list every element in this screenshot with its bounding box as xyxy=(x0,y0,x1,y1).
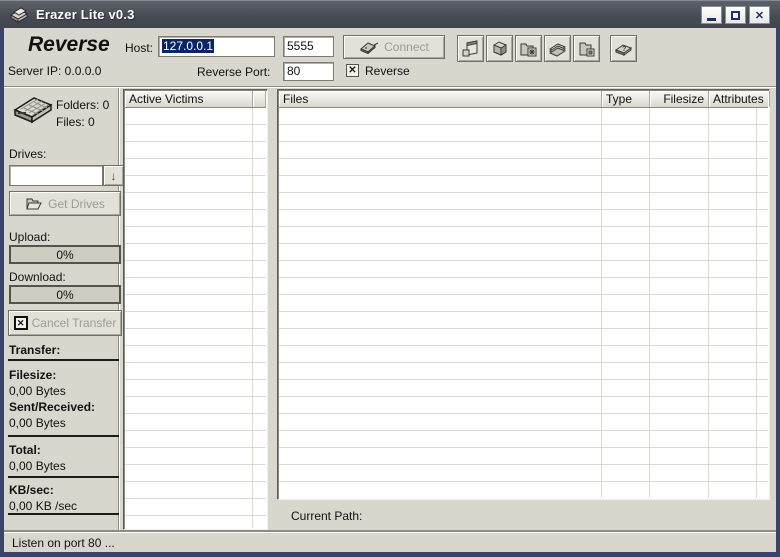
port-input-value: 5555 xyxy=(287,39,314,53)
close-icon: ✕ xyxy=(754,9,765,22)
minimize-button[interactable] xyxy=(701,6,722,24)
drives-label: Drives: xyxy=(9,147,47,161)
total-label: Total: xyxy=(9,443,41,457)
cancel-transfer-button[interactable]: ✕ Cancel Transfer xyxy=(8,310,122,336)
reverse-checkbox-label: Reverse xyxy=(365,64,410,78)
column-gridline xyxy=(756,108,757,498)
files-list-body[interactable] xyxy=(279,108,768,498)
section-rule xyxy=(8,359,119,361)
folder-icon xyxy=(493,41,506,56)
column-header-filesize[interactable]: Filesize xyxy=(650,91,709,107)
column-header-files[interactable]: Files xyxy=(279,91,602,107)
svg-text:?: ? xyxy=(622,46,626,53)
maximize-button[interactable] xyxy=(725,6,746,24)
toolbar-button-open-folder[interactable] xyxy=(486,35,513,62)
hard-drive-icon xyxy=(13,97,53,124)
toolbar-button-folder-options[interactable] xyxy=(515,35,542,62)
connect-button[interactable]: Connect xyxy=(343,35,445,59)
chevron-down-icon: ↓ xyxy=(110,168,117,183)
drives-combobox[interactable] xyxy=(9,165,103,186)
column-header-active-victims[interactable]: Active Victims xyxy=(125,91,253,107)
column-header-attributes[interactable]: Attributes xyxy=(709,91,770,107)
section-rule xyxy=(8,476,119,478)
upload-progressbar: 0% xyxy=(9,245,121,264)
section-rule xyxy=(8,513,119,515)
download-progressbar: 0% xyxy=(9,285,121,304)
help-book-icon: ? xyxy=(614,44,633,56)
active-victims-body[interactable] xyxy=(125,108,266,528)
folder-save-icon xyxy=(579,42,595,56)
status-text: Listen on port 80 ... xyxy=(12,535,115,550)
active-victims-header: Active Victims xyxy=(125,91,266,108)
total-value: 0,00 Bytes xyxy=(9,459,66,473)
column-gridline xyxy=(708,108,709,498)
column-gridline xyxy=(252,108,253,528)
app-window: Erazer Lite v0.3 ✕ Reverse Server IP: 0.… xyxy=(0,0,780,557)
maximize-icon xyxy=(731,10,740,20)
window-title: Erazer Lite v0.3 xyxy=(36,7,135,22)
window-controls: ✕ xyxy=(701,6,770,24)
reverse-port-value: 80 xyxy=(287,64,301,78)
app-name-heading: Reverse xyxy=(28,33,110,56)
column-header-spacer xyxy=(253,91,266,107)
filesize-label: Filesize: xyxy=(9,368,57,382)
kb-sec-label: KB/sec: xyxy=(9,483,54,497)
open-folder-icon xyxy=(26,198,42,209)
toolbar-button-folder-save[interactable] xyxy=(573,35,600,62)
filesize-value: 0,00 Bytes xyxy=(9,384,66,398)
status-bar: Listen on port 80 ... xyxy=(4,532,776,552)
column-header-type[interactable]: Type xyxy=(602,91,650,107)
host-input[interactable]: 127.0.0.1 xyxy=(158,36,275,57)
download-progress-value: 0% xyxy=(56,287,74,302)
files-list-header: Files Type Filesize Attributes xyxy=(279,91,770,108)
close-button[interactable]: ✕ xyxy=(749,6,770,24)
section-rule xyxy=(8,435,119,437)
window-icon xyxy=(462,39,478,56)
host-label: Host: xyxy=(125,41,154,55)
current-path-bar: Current Path: xyxy=(277,500,770,531)
upload-label: Upload: xyxy=(9,230,51,244)
upload-progress-value: 0% xyxy=(56,247,74,262)
current-path-label: Current Path: xyxy=(291,509,363,523)
active-victims-list[interactable]: Active Victims xyxy=(123,89,268,530)
folders-count-label: Folders: 0 xyxy=(56,98,110,112)
get-drives-button[interactable]: Get Drives xyxy=(9,191,121,216)
column-gridline xyxy=(601,108,602,498)
toolbar-button-file-list[interactable] xyxy=(544,35,571,62)
drives-dropdown-button[interactable]: ↓ xyxy=(103,165,124,186)
toolbar-button-new-connection[interactable] xyxy=(457,35,484,62)
sent-received-label: Sent/Received: xyxy=(9,400,96,414)
transfer-section-label: Transfer: xyxy=(9,343,61,357)
port-input[interactable]: 5555 xyxy=(283,36,334,57)
connect-button-label: Connect xyxy=(384,40,429,54)
titlebar[interactable]: Erazer Lite v0.3 ✕ xyxy=(0,0,780,28)
cancel-x-icon: ✕ xyxy=(13,316,28,330)
column-gridline xyxy=(649,108,650,498)
reverse-checkbox[interactable]: ✕ xyxy=(346,64,359,77)
connect-plug-icon xyxy=(360,42,379,54)
sent-received-value: 0,00 Bytes xyxy=(9,416,66,430)
kb-sec-value: 0,00 KB /sec xyxy=(9,499,78,513)
minimize-icon xyxy=(707,18,716,21)
files-stack-icon xyxy=(548,43,567,57)
reverse-port-label: Reverse Port: xyxy=(197,65,271,79)
client-area: Reverse Server IP: 0.0.0.0 Host: 127.0.0… xyxy=(4,28,776,552)
folder-gear-icon xyxy=(520,43,537,56)
cancel-transfer-button-label: Cancel Transfer xyxy=(31,316,117,330)
toolbar-button-help[interactable]: ? xyxy=(610,35,637,62)
download-label: Download: xyxy=(9,270,66,284)
server-ip-label: Server IP: 0.0.0.0 xyxy=(8,64,102,78)
reverse-port-input[interactable]: 80 xyxy=(283,62,334,81)
app-icon xyxy=(9,6,29,23)
files-list[interactable]: Files Type Filesize Attributes xyxy=(277,89,770,500)
files-count-label: Files: 0 xyxy=(56,115,95,129)
host-input-value: 127.0.0.1 xyxy=(162,39,215,53)
checkbox-x-icon: ✕ xyxy=(348,64,357,76)
get-drives-button-label: Get Drives xyxy=(48,196,105,211)
